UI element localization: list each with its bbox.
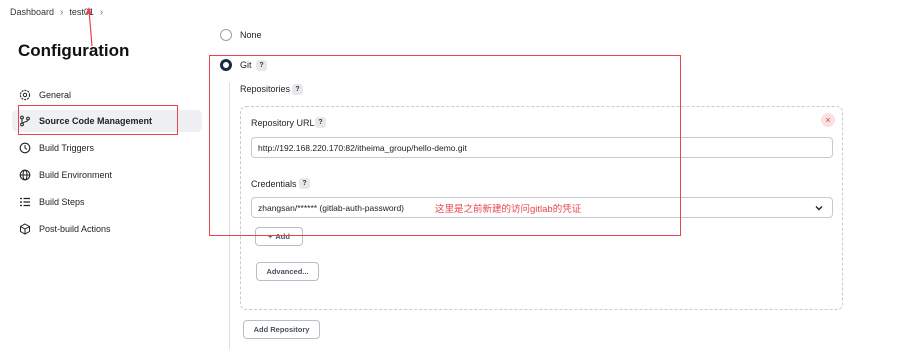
sidebar-item-label: Post-build Actions — [39, 224, 111, 234]
sidebar-item-label: Source Code Management — [39, 116, 153, 126]
advanced-button[interactable]: Advanced... — [256, 262, 319, 281]
sidebar-item-post-build-actions[interactable]: Post-build Actions — [12, 218, 202, 240]
repositories-help-icon[interactable]: ? — [292, 84, 303, 95]
git-help-icon[interactable]: ? — [256, 60, 267, 71]
plus-icon: + — [268, 232, 273, 241]
section-divider — [229, 82, 230, 349]
remove-repository-close-icon[interactable]: × — [821, 113, 835, 127]
sidebar-item-source-code-management[interactable]: Source Code Management — [12, 110, 202, 132]
list-icon — [18, 195, 32, 209]
credentials-help-icon[interactable]: ? — [299, 178, 310, 189]
sidebar-item-general[interactable]: General — [12, 84, 202, 106]
gear-icon — [18, 88, 32, 102]
breadcrumb-dashboard[interactable]: Dashboard — [10, 7, 54, 17]
breadcrumb-test01[interactable]: test01 — [69, 7, 94, 17]
add-repository-button[interactable]: Add Repository — [243, 320, 320, 339]
sidebar-item-label: Build Environment — [39, 170, 113, 180]
sidebar-item-label: General — [39, 90, 72, 100]
sidebar-item-label: Build Triggers — [39, 143, 95, 153]
add-label: Add — [275, 232, 290, 241]
globe-icon — [18, 168, 32, 182]
repositories-label: Repositories — [240, 84, 291, 94]
repository-url-input[interactable]: http://192.168.220.170:82/itheima_group/… — [251, 137, 833, 158]
add-credentials-button[interactable]: + Add — [255, 227, 303, 246]
sidebar-item-label: Build Steps — [39, 197, 85, 207]
scm-none-label: None — [240, 30, 262, 40]
credentials-selected-value: zhangsan/****** (gitlab-auth-password) — [258, 202, 404, 213]
chevron-right-icon: › — [60, 6, 64, 18]
sidebar-item-build-environment[interactable]: Build Environment — [12, 164, 202, 186]
chevron-down-icon — [815, 206, 823, 211]
cube-icon — [18, 222, 32, 236]
scm-none-radio[interactable] — [220, 29, 232, 41]
sidebar-item-build-steps[interactable]: Build Steps — [12, 191, 202, 213]
scm-git-label: Git — [240, 60, 252, 70]
scm-git-radio[interactable] — [220, 59, 232, 71]
clock-icon — [18, 141, 32, 155]
annotation-text: 这里是之前新建的访问gitlab的凭证 — [435, 204, 582, 215]
page-title: Configuration — [18, 41, 130, 60]
chevron-right-icon: › — [99, 6, 104, 18]
branch-icon — [18, 114, 32, 128]
repository-url-help-icon[interactable]: ? — [315, 117, 326, 128]
repository-url-label: Repository URL — [251, 118, 315, 128]
breadcrumb: Dashboard › test01 › — [10, 6, 103, 18]
credentials-label: Credentials — [251, 179, 297, 189]
sidebar-item-build-triggers[interactable]: Build Triggers — [12, 137, 202, 159]
